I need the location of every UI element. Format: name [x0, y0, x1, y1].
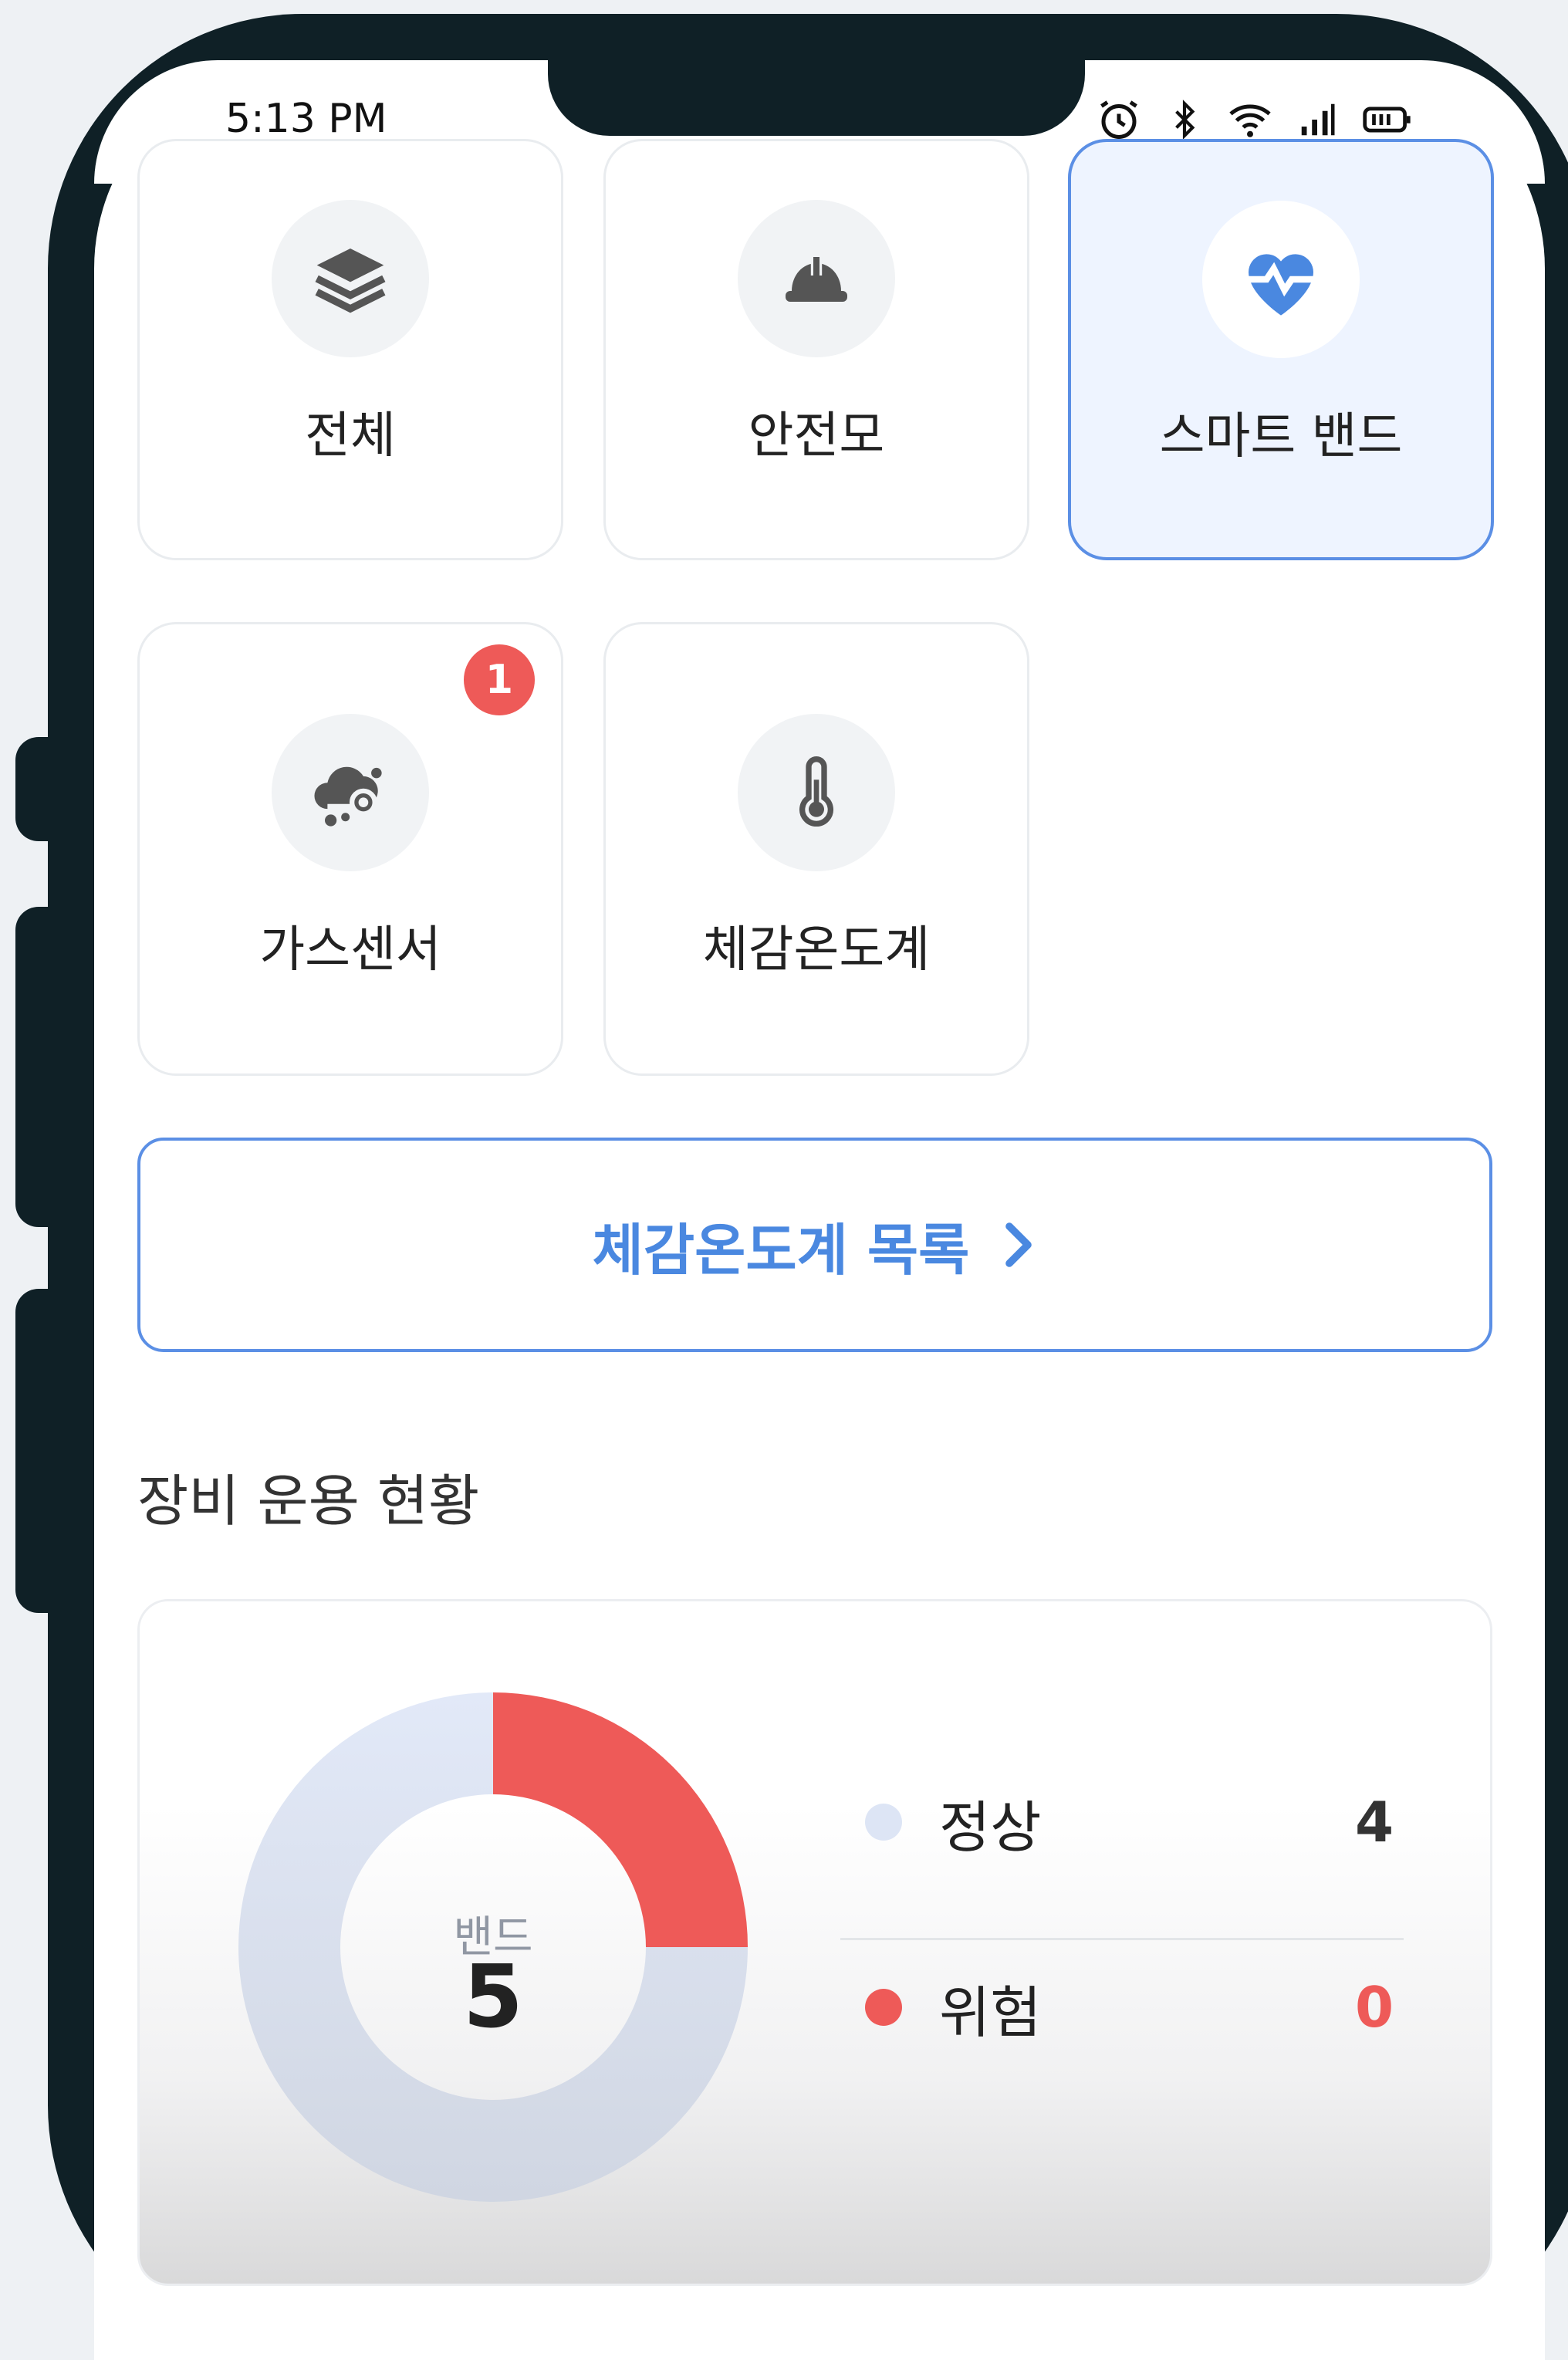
donut-center-value: 5: [463, 1947, 523, 2047]
legend-name: 정상: [939, 1794, 1042, 1860]
legend-row-normal: 정상 4: [865, 1776, 1421, 1868]
helmet-icon: [786, 257, 847, 302]
tile-thermometer[interactable]: 체감온도계: [603, 622, 1029, 1076]
tile-icon-circle: [738, 714, 895, 871]
phone-side-button: [15, 737, 62, 841]
gas-cloud-icon: [314, 766, 382, 827]
list-button-label: 체감온도계 목록: [592, 1217, 970, 1283]
tile-label: 전체: [305, 407, 396, 465]
tile-all[interactable]: 전체: [137, 139, 563, 560]
notification-badge: 1: [464, 644, 535, 715]
signal-icon: [1301, 103, 1335, 136]
tile-helmet[interactable]: 안전모: [603, 139, 1029, 560]
thermometer-list-button[interactable]: 체감온도계 목록: [137, 1138, 1492, 1352]
legend-dot-normal: [865, 1804, 902, 1841]
heart-pulse-icon: [1245, 254, 1317, 316]
tile-icon-circle: [272, 200, 429, 357]
tile-icon-circle: [272, 714, 429, 871]
tile-label: 가스센서: [259, 921, 441, 979]
wifi-icon: [1229, 104, 1271, 137]
tile-label: 안전모: [748, 407, 885, 465]
section-title: 장비 운용 현황: [137, 1469, 480, 1533]
legend-dot-danger: [865, 1989, 902, 2026]
chevron-right-icon: [1005, 1222, 1032, 1267]
phone-volume-up-button: [15, 907, 62, 1227]
layers-icon: [315, 249, 386, 313]
equipment-status-card: 밴드 5 정상 4 위험 0: [137, 1599, 1492, 2286]
bluetooth-icon: [1175, 100, 1195, 140]
tile-gas-sensor[interactable]: 가스센서 1: [137, 622, 563, 1076]
battery-icon: [1363, 107, 1411, 133]
thermometer-icon: [799, 756, 833, 827]
legend-name: 위험: [939, 1980, 1042, 2045]
status-time: 5:13 PM: [225, 96, 387, 142]
notch: [548, 54, 1085, 136]
phone-volume-down-button: [15, 1289, 62, 1613]
legend-value: 0: [1354, 1975, 1394, 2040]
tile-icon-circle: [1202, 201, 1360, 358]
tile-icon-circle: [738, 200, 895, 357]
legend-value: 4: [1354, 1790, 1394, 1855]
legend-row-danger: 위험 0: [865, 1961, 1421, 2054]
legend-divider: [840, 1938, 1404, 1940]
alarm-icon: [1100, 100, 1137, 139]
tile-label: 스마트 밴드: [1159, 408, 1403, 465]
tile-smart-band[interactable]: 스마트 밴드: [1068, 139, 1494, 560]
tile-label: 체감온도계: [702, 921, 931, 979]
